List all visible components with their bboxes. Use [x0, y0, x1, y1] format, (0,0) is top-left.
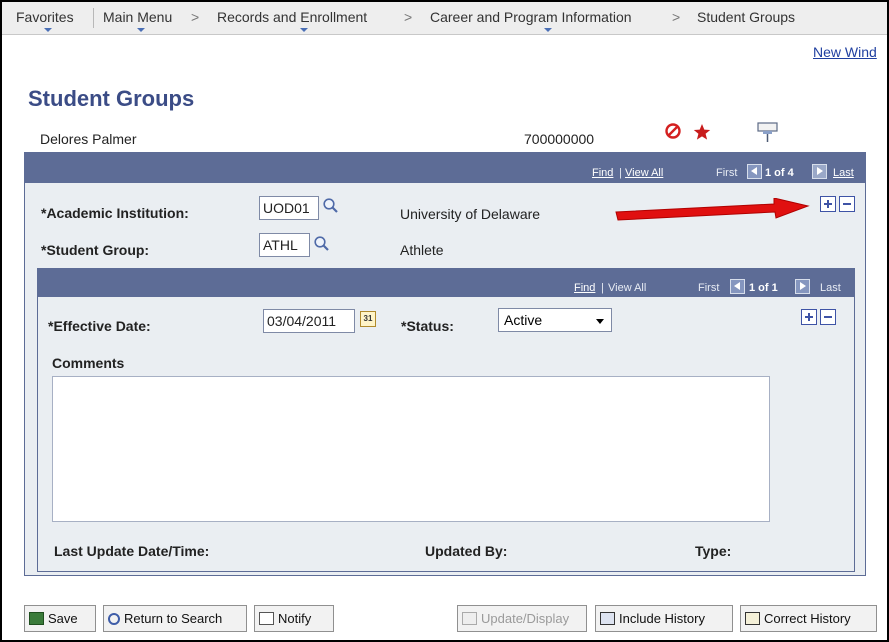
effective-date-label: *Effective Date:	[48, 318, 151, 334]
app-frame: Favorites Main Menu > Records and Enroll…	[0, 0, 889, 642]
updated-by-label: Updated By:	[425, 543, 508, 559]
update-display-label: Update/Display	[481, 611, 570, 626]
student-name: Delores Palmer	[40, 131, 137, 147]
include-history-icon	[600, 612, 615, 625]
inner-previous-button	[730, 279, 745, 294]
inner-next-button	[795, 279, 810, 294]
student-group-description: Athlete	[400, 242, 444, 258]
academic-institution-label: *Academic Institution:	[41, 205, 189, 221]
last-update-label: Last Update Date/Time:	[54, 543, 210, 559]
search-icon	[108, 613, 120, 625]
return-to-search-button[interactable]: Return to Search	[103, 605, 247, 632]
outer-row-count: 1 of 4	[765, 167, 794, 179]
inner-find-link[interactable]: Find	[574, 282, 595, 294]
outer-previous-button[interactable]	[747, 164, 762, 179]
outer-first-label: First	[716, 167, 738, 179]
status-selected-value: Active	[504, 312, 543, 328]
comments-textarea[interactable]	[52, 376, 770, 522]
student-group-field[interactable]: ATHL	[259, 233, 310, 257]
top-nav-bar: Favorites Main Menu > Records and Enroll…	[2, 2, 887, 35]
save-icon	[29, 612, 44, 625]
outer-last-link[interactable]: Last	[833, 167, 854, 179]
outer-find-link[interactable]: Find	[592, 167, 613, 179]
main-menu-dropdown-icon[interactable]	[137, 28, 145, 32]
update-display-icon	[462, 612, 477, 625]
inner-link-separator: |	[601, 282, 604, 294]
status-select[interactable]: Active	[498, 308, 612, 332]
inner-first-label: First	[698, 282, 720, 294]
inner-add-row-button[interactable]	[801, 309, 817, 325]
notify-button[interactable]: Notify	[254, 605, 334, 632]
inner-delete-row-button[interactable]	[820, 309, 836, 325]
outer-next-button[interactable]	[812, 164, 827, 179]
include-history-label: Include History	[619, 611, 705, 626]
records-dropdown-icon[interactable]	[300, 28, 308, 32]
breadcrumb-separator: >	[404, 9, 413, 25]
correct-history-button[interactable]: Correct History	[740, 605, 877, 632]
correct-history-icon	[745, 612, 760, 625]
student-group-label: *Student Group:	[41, 242, 150, 258]
student-group-lookup-icon[interactable]	[313, 235, 330, 252]
inner-last-label: Last	[820, 282, 841, 294]
nav-favorites[interactable]: Favorites	[16, 9, 74, 25]
status-label: *Status:	[401, 318, 454, 334]
new-window-link[interactable]: New Wind	[813, 44, 877, 60]
academic-institution-field[interactable]: UOD01	[259, 196, 319, 220]
breadcrumb-separator: >	[191, 9, 200, 25]
effective-date-field[interactable]: 03/04/2011	[263, 309, 355, 333]
add-row-button[interactable]	[820, 196, 836, 212]
institution-lookup-icon[interactable]	[322, 197, 339, 214]
career-dropdown-icon[interactable]	[544, 28, 552, 32]
chevron-down-icon	[596, 319, 604, 324]
nav-student-groups[interactable]: Student Groups	[697, 9, 795, 25]
prohibited-icon[interactable]	[664, 122, 682, 140]
pin-icon[interactable]	[757, 121, 779, 143]
type-label: Type:	[695, 543, 732, 559]
outer-link-separator: |	[619, 167, 622, 179]
calendar-icon[interactable]: 31	[360, 311, 376, 327]
nav-separator	[93, 8, 94, 28]
inner-panel-header: Find | View All First 1 of 1 Last	[38, 269, 854, 297]
outer-view-all-link[interactable]: View All	[625, 167, 663, 179]
outer-panel-header: Find | View All First 1 of 4 Last	[25, 153, 865, 183]
correct-history-label: Correct History	[764, 611, 851, 626]
page-title: Student Groups	[28, 86, 195, 111]
include-history-button[interactable]: Include History	[595, 605, 733, 632]
return-label: Return to Search	[124, 611, 223, 626]
student-id: 700000000	[524, 131, 595, 147]
nav-career-program[interactable]: Career and Program Information	[430, 9, 632, 25]
save-button[interactable]: Save	[24, 605, 96, 632]
update-display-button: Update/Display	[457, 605, 587, 632]
comments-label: Comments	[52, 355, 125, 371]
star-icon[interactable]	[693, 123, 711, 141]
effective-date-panel: Find | View All First 1 of 1 Last *Effec…	[37, 268, 855, 572]
inner-row-count: 1 of 1	[749, 282, 778, 294]
delete-row-button[interactable]	[839, 196, 855, 212]
nav-main-menu[interactable]: Main Menu	[103, 9, 172, 25]
red-arrow-annotation	[615, 198, 810, 221]
nav-records-enrollment[interactable]: Records and Enrollment	[217, 9, 367, 25]
breadcrumb-separator: >	[672, 9, 681, 25]
inner-view-all-link: View All	[608, 282, 647, 294]
favorites-dropdown-icon[interactable]	[44, 28, 52, 32]
notify-icon	[259, 612, 274, 625]
save-label: Save	[48, 611, 78, 626]
notify-label: Notify	[278, 611, 312, 626]
institution-description: University of Delaware	[400, 206, 541, 222]
